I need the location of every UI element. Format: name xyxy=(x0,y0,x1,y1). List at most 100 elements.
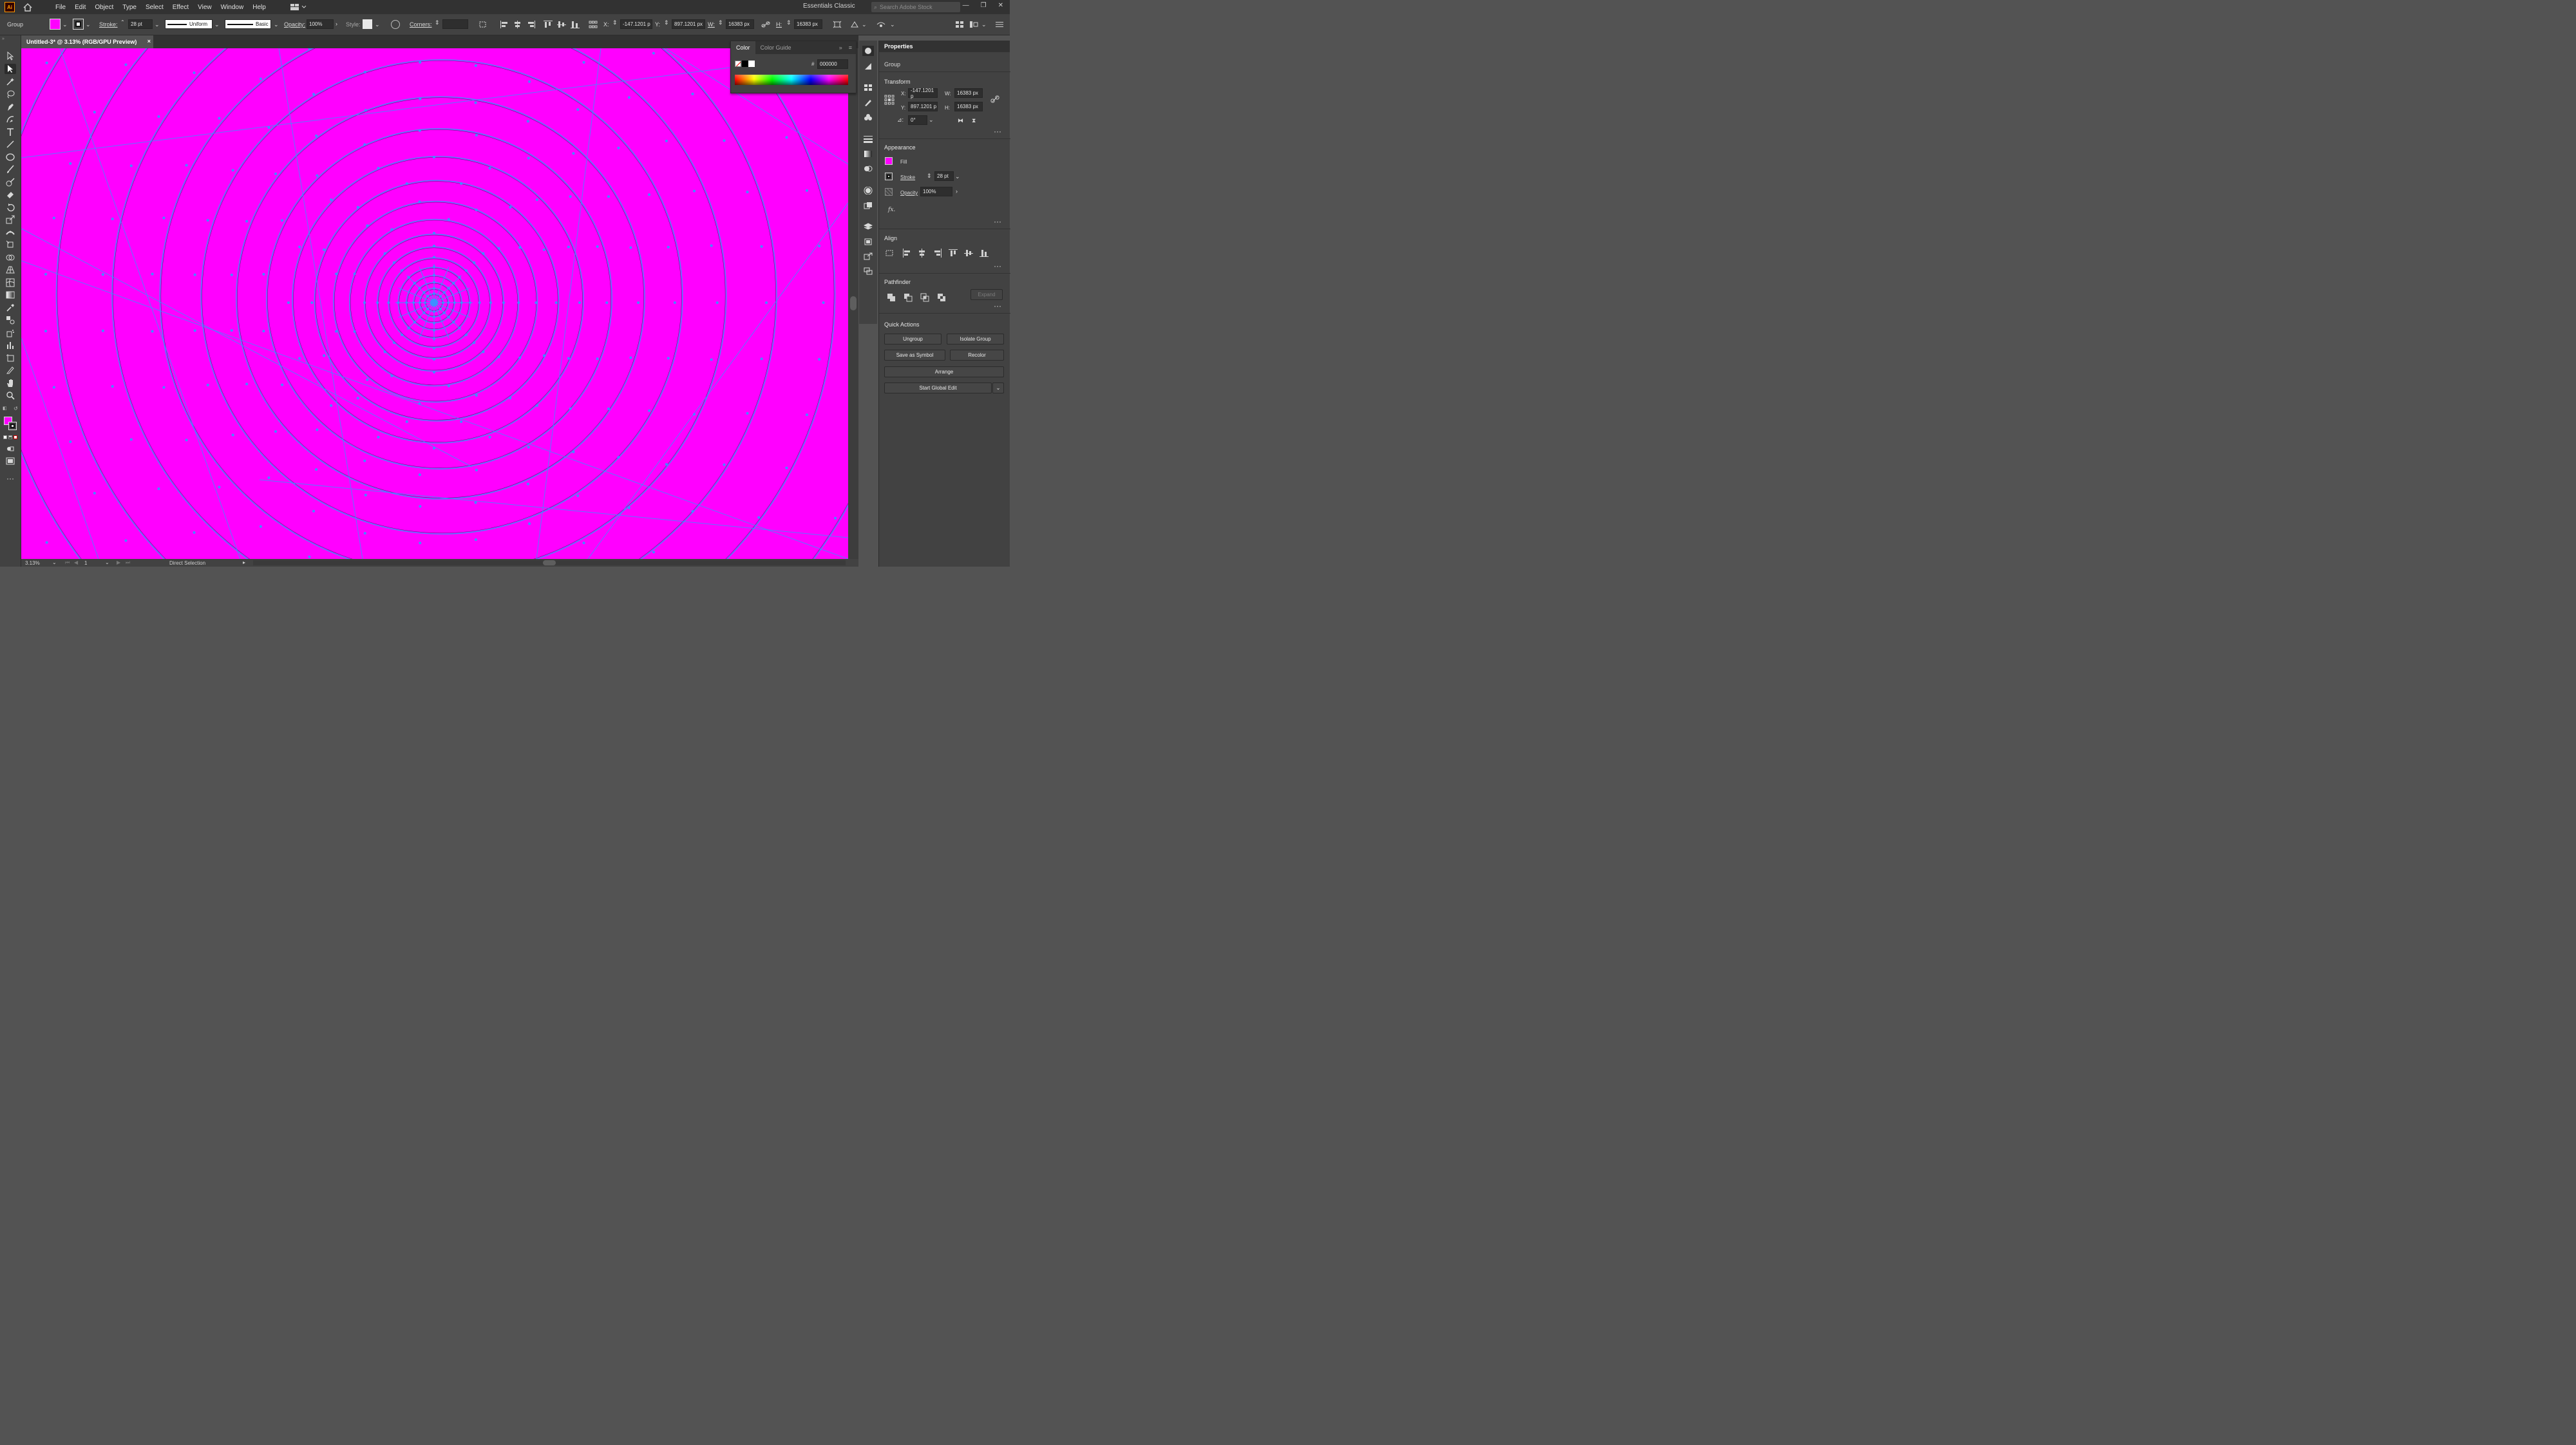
color-guide-icon[interactable] xyxy=(862,61,874,71)
restore-icon[interactable]: ❐ xyxy=(981,2,987,9)
symbols-icon[interactable] xyxy=(862,112,874,122)
global-edit-options-icon[interactable]: ⌄ xyxy=(992,382,1004,393)
asset-export-icon[interactable] xyxy=(862,251,874,261)
x-field[interactable]: -147.1201 p xyxy=(620,19,652,29)
expand-button[interactable]: Expand xyxy=(971,289,1003,300)
layers-icon[interactable] xyxy=(862,222,874,232)
stepper-icon[interactable]: ⌃ xyxy=(120,19,125,25)
home-icon[interactable] xyxy=(23,3,33,12)
save-as-symbol-button[interactable]: Save as Symbol xyxy=(884,350,945,361)
unite-icon[interactable] xyxy=(887,293,896,304)
gradient-panel-icon[interactable] xyxy=(862,149,874,159)
graphic-styles-icon[interactable] xyxy=(862,200,874,211)
stroke-panel-icon[interactable] xyxy=(862,134,874,144)
links-icon[interactable] xyxy=(862,266,874,276)
stepper-icon[interactable]: ⇕ xyxy=(927,173,932,180)
align-bottom-icon[interactable] xyxy=(571,20,580,29)
align-to-icon[interactable] xyxy=(479,20,488,29)
width-tool-icon[interactable] xyxy=(5,227,16,238)
align-hcenter-icon[interactable] xyxy=(513,20,522,29)
corners-label[interactable]: Corners: xyxy=(410,21,432,28)
angle-field[interactable]: 0° xyxy=(908,115,927,125)
ellipse-tool-icon[interactable] xyxy=(5,152,16,162)
scale-tool-icon[interactable] xyxy=(5,214,16,225)
chevron-down-icon[interactable]: ⌄ xyxy=(862,21,867,28)
blend-tool-icon[interactable] xyxy=(5,315,16,325)
curvature-tool-icon[interactable] xyxy=(5,114,16,124)
direct-selection-tool-icon[interactable] xyxy=(5,64,16,74)
stroke-weight-field[interactable]: 28 pt xyxy=(128,19,153,29)
corners-field[interactable] xyxy=(442,19,468,29)
screen-mode-icon[interactable] xyxy=(5,456,16,466)
search-stock-input[interactable]: ⌕ Search Adobe Stock xyxy=(871,2,960,12)
variable-width-profile[interactable]: Uniform xyxy=(165,19,213,29)
close-window-icon[interactable]: ✕ xyxy=(998,2,1003,9)
chevron-down-icon[interactable]: ⌄ xyxy=(52,560,57,565)
gradient-mode-icon[interactable] xyxy=(8,435,12,439)
fx-icon[interactable]: fx. xyxy=(888,207,895,213)
intersect-icon[interactable] xyxy=(920,293,929,304)
flip-vertical-icon[interactable]: ⧗ xyxy=(972,117,976,124)
menu-lines-icon[interactable] xyxy=(995,20,1004,29)
y-field[interactable]: 897.1201 px xyxy=(672,19,705,29)
ungroup-button[interactable]: Ungroup xyxy=(884,334,942,345)
chevron-down-icon[interactable]: ⌄ xyxy=(890,21,895,28)
artboard-tool-icon[interactable] xyxy=(5,353,16,363)
menu-effect[interactable]: Effect xyxy=(173,4,189,11)
stepper-icon[interactable]: ⇕ xyxy=(718,19,723,26)
align-hcenter-icon[interactable] xyxy=(918,249,927,260)
link-proportions-icon[interactable] xyxy=(761,20,770,29)
default-colors-icon[interactable]: ◧ xyxy=(3,406,7,411)
exclude-icon[interactable] xyxy=(937,293,946,304)
stroke-color-box[interactable] xyxy=(8,422,17,430)
opacity-field[interactable]: 100% xyxy=(307,19,334,29)
align-vcenter-icon[interactable] xyxy=(964,249,973,260)
properties-tab[interactable]: Properties xyxy=(879,41,1010,52)
color-spectrum[interactable] xyxy=(735,75,848,85)
chevron-down-icon[interactable]: ⌄ xyxy=(274,21,279,28)
menu-help[interactable]: Help xyxy=(252,4,266,11)
appearance-stroke-field[interactable]: 28 pt xyxy=(934,171,954,181)
panel-menu-icon[interactable]: ≡ xyxy=(845,44,856,51)
gradient-tool-icon[interactable] xyxy=(5,290,16,300)
minus-front-icon[interactable] xyxy=(904,293,913,304)
canvas[interactable] xyxy=(21,48,848,559)
h-field[interactable]: 16383 px xyxy=(794,19,822,29)
black-swatch[interactable] xyxy=(742,61,748,67)
menu-edit[interactable]: Edit xyxy=(75,4,86,11)
style-swatch[interactable] xyxy=(363,19,372,29)
chevron-down-icon[interactable]: ⌄ xyxy=(981,21,987,28)
artboards-panel-icon[interactable] xyxy=(862,236,874,247)
chevron-down-icon[interactable]: ⌄ xyxy=(86,21,91,28)
stepper-icon[interactable]: ⇕ xyxy=(435,19,440,26)
appearance-stroke-swatch[interactable] xyxy=(885,173,893,180)
stroke-swatch[interactable] xyxy=(73,19,84,30)
chevron-right-icon[interactable]: › xyxy=(336,21,337,27)
hand-tool-icon[interactable] xyxy=(5,378,16,388)
stepper-icon[interactable]: ⇕ xyxy=(664,19,669,26)
swap-colors-icon[interactable]: ↺ xyxy=(14,406,18,411)
vertical-scrollbar[interactable] xyxy=(848,48,858,559)
chevron-down-icon[interactable]: ⌄ xyxy=(929,117,934,124)
first-artboard-icon[interactable]: ⏮ xyxy=(65,560,70,566)
reference-point-icon[interactable] xyxy=(884,95,895,107)
symbol-sprayer-icon[interactable] xyxy=(5,328,16,338)
arrange-icon[interactable] xyxy=(955,20,964,29)
arrange-button[interactable]: Arrange xyxy=(884,366,1004,377)
color-panel-icon[interactable] xyxy=(862,46,874,56)
link-proportions-icon[interactable] xyxy=(990,95,999,106)
chevron-down-icon[interactable]: ⌄ xyxy=(214,21,220,28)
magic-wand-icon[interactable] xyxy=(5,77,16,87)
line-tool-icon[interactable] xyxy=(5,139,16,149)
zoom-level[interactable]: 3.13% xyxy=(25,560,40,566)
puppet-warp-icon[interactable] xyxy=(876,20,886,29)
menu-view[interactable]: View xyxy=(198,4,212,11)
more-options-icon[interactable]: ··· xyxy=(994,127,1001,136)
transparency-icon[interactable] xyxy=(862,164,874,174)
w-field[interactable]: 16383 px xyxy=(726,19,754,29)
isolate-group-button[interactable]: Isolate Group xyxy=(947,334,1004,345)
stepper-icon[interactable]: ⇕ xyxy=(786,19,791,26)
transform-icon[interactable] xyxy=(833,20,842,29)
transform-h-field[interactable]: 16383 px xyxy=(954,102,983,111)
shaper-tool-icon[interactable] xyxy=(5,177,16,187)
